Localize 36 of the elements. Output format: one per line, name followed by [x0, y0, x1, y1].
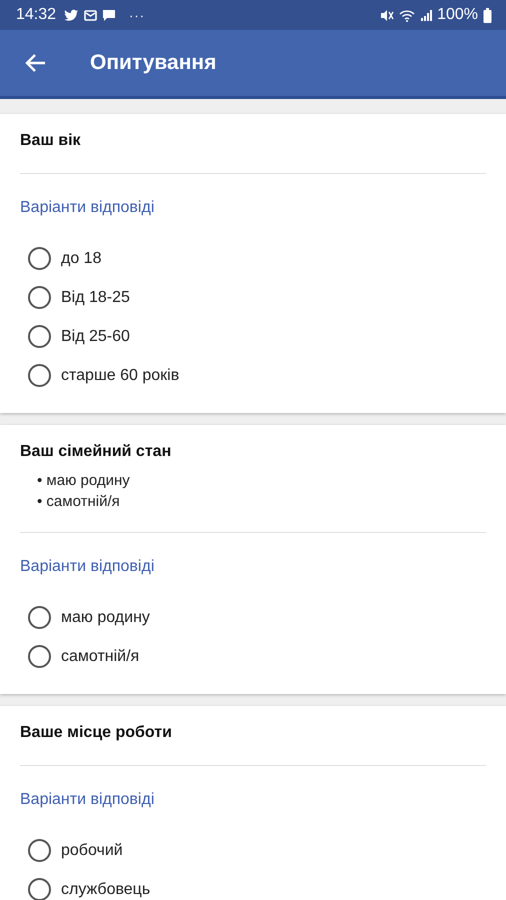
- radio-button[interactable]: [28, 878, 51, 900]
- bullet-item: • маю родину: [37, 471, 131, 491]
- more-notifications: ···: [129, 8, 146, 22]
- radio-button[interactable]: [28, 325, 51, 348]
- option-label[interactable]: службовець: [61, 880, 150, 900]
- wifi-icon: [399, 8, 416, 22]
- answers-label: Варіанти відповіді: [20, 790, 156, 810]
- radio-button[interactable]: [28, 247, 51, 270]
- question-title: Ваш вік: [20, 131, 82, 151]
- option-label[interactable]: Від 18-25: [61, 288, 130, 308]
- answers-label: Варіанти відповіді: [20, 198, 156, 218]
- message-icon: [102, 8, 116, 22]
- radio-button[interactable]: [28, 286, 51, 309]
- option-label[interactable]: самотній/я: [61, 646, 140, 666]
- option-label[interactable]: старше 60 років: [61, 366, 180, 386]
- mute-icon: [380, 8, 394, 22]
- question-title: Ваш сімейний стан: [20, 442, 172, 462]
- back-arrow-icon[interactable]: [24, 53, 46, 73]
- option-label[interactable]: маю родину: [61, 608, 150, 628]
- bullet-item: • самотній/я: [37, 492, 121, 512]
- bird-icon: [64, 8, 80, 22]
- option-label[interactable]: робочий: [61, 840, 123, 860]
- radio-button[interactable]: [28, 839, 51, 862]
- option-label[interactable]: Від 25-60: [61, 326, 130, 346]
- battery-percent: 100%: [437, 6, 478, 24]
- mail-icon: [84, 8, 98, 22]
- screen-title: Опитування: [90, 51, 216, 75]
- status-time: 14:32: [16, 6, 56, 24]
- answers-label: Варіанти відповіді: [20, 557, 156, 577]
- signal-icon: [420, 8, 432, 22]
- option-label[interactable]: до 18: [61, 248, 102, 268]
- question-title: Ваше місце роботи: [20, 723, 173, 743]
- radio-button[interactable]: [28, 645, 51, 668]
- radio-button[interactable]: [28, 364, 51, 387]
- battery-icon: [483, 8, 492, 22]
- radio-button[interactable]: [28, 606, 51, 629]
